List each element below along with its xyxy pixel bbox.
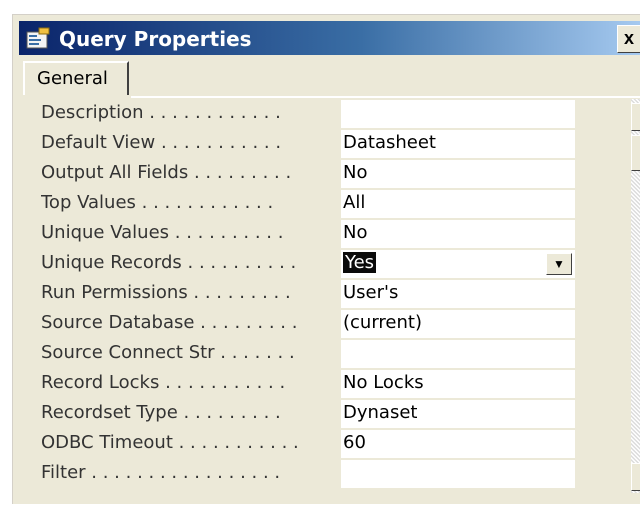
property-label: Source Connect Str . . . . . . . <box>41 342 341 363</box>
property-row[interactable]: Description . . . . . . . . . . . . <box>31 99 629 129</box>
property-label: Filter . . . . . . . . . . . . . . . . . <box>41 462 341 483</box>
property-value-field[interactable]: (current) <box>341 310 575 339</box>
property-label-dots: . . . . . . . . . . . . . . . . . <box>85 462 281 483</box>
scroll-thumb[interactable] <box>631 135 640 171</box>
property-value: No <box>343 222 368 243</box>
property-value-field[interactable] <box>341 340 575 369</box>
arrow-up-icon[interactable]: ▲ <box>631 103 640 131</box>
property-label-dots: . . . . . . . . . <box>188 162 292 183</box>
property-value: (current) <box>343 312 422 333</box>
properties-icon <box>25 26 51 50</box>
property-value-field[interactable]: All <box>341 190 575 219</box>
property-label-dots: . . . . . . . . . . . . <box>143 102 281 123</box>
property-label: Description . . . . . . . . . . . . <box>41 102 341 123</box>
property-value: Yes <box>343 252 377 273</box>
property-label-text: Source Database <box>41 312 195 333</box>
property-value-field[interactable]: No <box>341 160 575 189</box>
property-row[interactable]: Source Database . . . . . . . . . (curren… <box>31 309 629 339</box>
property-label-dots: . . . . . . . . . . . <box>159 372 286 393</box>
property-label-dots: . . . . . . . . . . <box>169 222 284 243</box>
close-icon: x <box>623 28 634 48</box>
property-label-dots: . . . . . . . . . . . . <box>135 192 274 213</box>
property-value-field[interactable]: Dynaset <box>341 400 575 429</box>
property-value-field[interactable] <box>341 460 575 489</box>
property-row[interactable]: Default View . . . . . . . . . . . Datash… <box>31 129 629 159</box>
property-label-text: Filter <box>41 462 86 483</box>
property-label-text: Output All Fields <box>41 162 189 183</box>
close-button[interactable]: x <box>617 25 640 53</box>
property-label-text: Unique Values <box>41 222 170 243</box>
property-row[interactable]: Source Connect Str . . . . . . . <box>31 339 629 369</box>
property-label: Top Values . . . . . . . . . . . . <box>41 192 341 213</box>
property-value-field[interactable]: Datasheet <box>341 130 575 159</box>
property-row[interactable]: ODBC Timeout . . . . . . . . . . . 60 <box>31 429 629 459</box>
property-value-field[interactable]: No Locks <box>341 370 575 399</box>
property-sheet: ▲ ▼ Description . . . . . . . . . . . .D… <box>31 99 640 509</box>
property-label-text: Recordset Type <box>41 402 178 423</box>
property-value: No <box>343 162 368 183</box>
property-value-field[interactable]: No <box>341 220 575 249</box>
property-label-dots: . . . . . . . <box>214 342 295 363</box>
property-label-dots: . . . . . . . . . . . <box>155 132 282 153</box>
property-label-text: Unique Records <box>41 252 182 273</box>
property-label-text: Top Values <box>41 192 136 213</box>
vertical-scrollbar[interactable]: ▲ ▼ <box>631 99 640 493</box>
property-label: Default View . . . . . . . . . . . <box>41 132 341 153</box>
property-label: ODBC Timeout . . . . . . . . . . . <box>41 432 341 453</box>
property-value: No Locks <box>343 372 424 393</box>
property-label-dots: . . . . . . . . . <box>177 402 281 423</box>
tab-general[interactable]: General <box>23 61 129 95</box>
property-label: Unique Values . . . . . . . . . . <box>41 222 341 243</box>
property-label-text: Run Permissions <box>41 282 188 303</box>
property-label: Recordset Type . . . . . . . . . <box>41 402 341 423</box>
property-value-field[interactable] <box>341 100 575 129</box>
property-label: Output All Fields . . . . . . . . . <box>41 162 341 183</box>
property-row[interactable]: Unique Values . . . . . . . . . . No <box>31 219 629 249</box>
property-label: Unique Records . . . . . . . . . . <box>41 252 341 273</box>
property-value: 60 <box>343 432 366 453</box>
property-label-dots: . . . . . . . . . . . <box>172 432 299 453</box>
property-label-dots: . . . . . . . . . <box>194 312 298 333</box>
property-label-text: Record Locks <box>41 372 160 393</box>
property-label-text: Description <box>41 102 144 123</box>
arrow-down-icon[interactable]: ▼ <box>631 463 640 491</box>
property-value-field[interactable]: User's <box>341 280 575 309</box>
property-row[interactable]: Run Permissions . . . . . . . . . User's <box>31 279 629 309</box>
title-bar[interactable]: Query Properties x <box>19 21 640 55</box>
property-row[interactable]: Filter . . . . . . . . . . . . . . . . . <box>31 459 629 489</box>
property-value: User's <box>343 282 399 303</box>
property-label-dots: . . . . . . . . . . <box>181 252 297 273</box>
tab-divider <box>131 96 640 98</box>
property-row[interactable]: Top Values . . . . . . . . . . . . All <box>31 189 629 219</box>
property-label: Record Locks . . . . . . . . . . . <box>41 372 341 393</box>
property-label-dots: . . . . . . . . . <box>187 282 291 303</box>
property-label-text: Source Connect Str <box>41 342 215 363</box>
property-label: Run Permissions . . . . . . . . . <box>41 282 341 303</box>
property-row[interactable]: Recordset Type . . . . . . . . . Dynaset <box>31 399 629 429</box>
property-value: Dynaset <box>343 402 418 423</box>
property-label-text: ODBC Timeout <box>41 432 173 453</box>
property-value-field[interactable]: 60 <box>341 430 575 459</box>
property-label: Source Database . . . . . . . . . <box>41 312 341 333</box>
property-label-text: Default View <box>41 132 156 153</box>
window-title: Query Properties <box>59 27 252 51</box>
property-row[interactable]: Record Locks . . . . . . . . . . . No Loc… <box>31 369 629 399</box>
property-value: Datasheet <box>343 132 436 153</box>
property-value-field[interactable]: Yes ▼ <box>341 250 575 279</box>
tab-strip: General <box>19 61 640 95</box>
query-properties-window: Query Properties x General ▲ ▼ Descripti… <box>12 14 640 504</box>
property-row[interactable]: Unique Records . . . . . . . . . . Yes ▼ <box>31 249 629 279</box>
chevron-down-icon[interactable]: ▼ <box>546 253 572 275</box>
property-value: All <box>343 192 366 213</box>
property-row[interactable]: Output All Fields . . . . . . . . . No <box>31 159 629 189</box>
